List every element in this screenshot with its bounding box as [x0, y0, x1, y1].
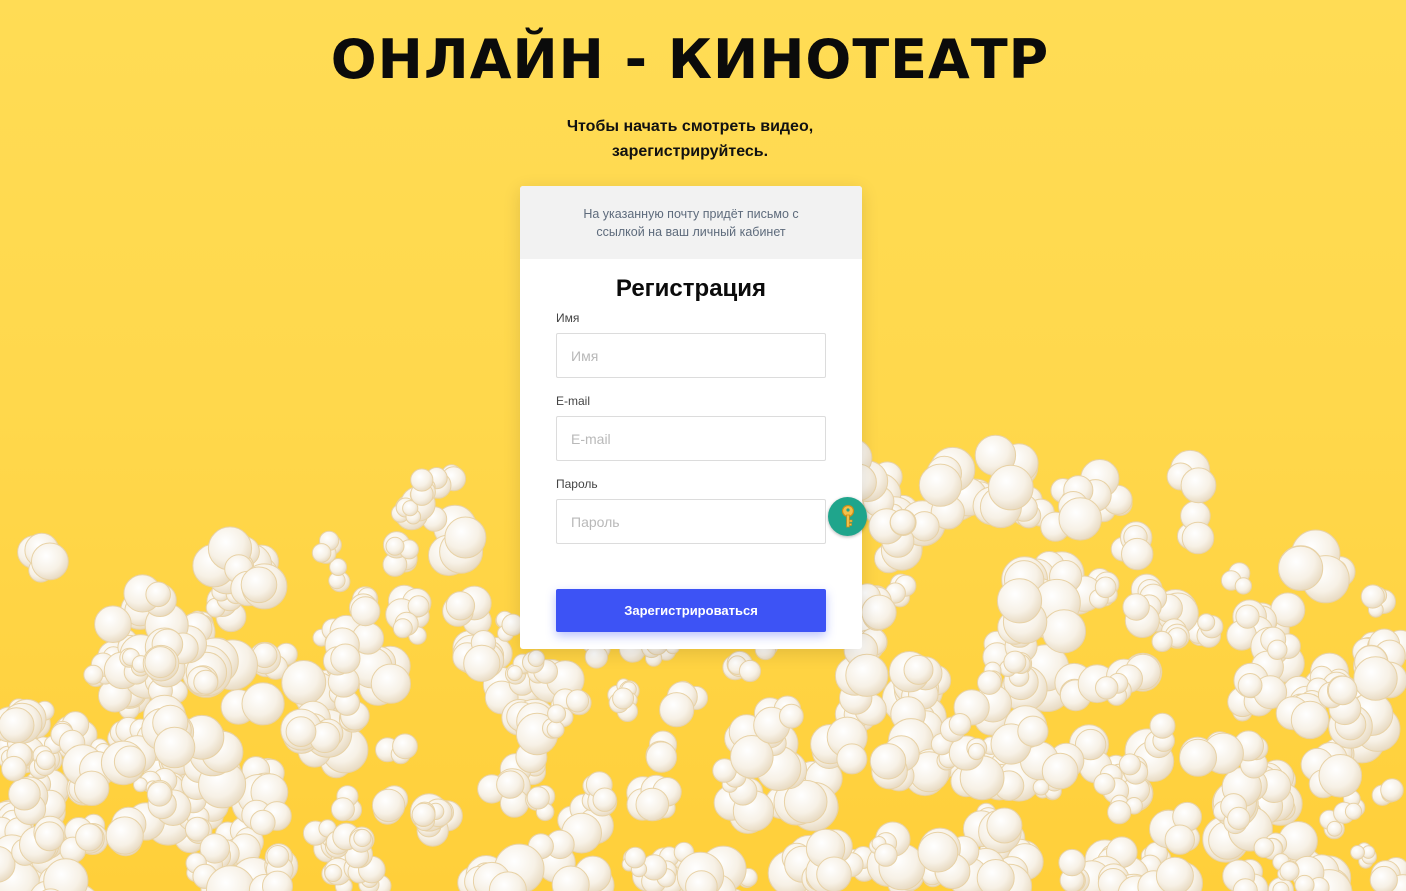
email-notice: На указанную почту придёт письмо с ссылк…	[520, 186, 862, 259]
popcorn-kernel	[1166, 449, 1217, 504]
popcorn-kernel	[348, 586, 381, 627]
popcorn-kernel	[1176, 500, 1215, 555]
popcorn-kernel	[1222, 859, 1269, 891]
popcorn-kernel	[1107, 794, 1143, 825]
popcorn-kernel	[1350, 842, 1377, 869]
page-subtitle: Чтобы начать смотреть видео, зарегистрир…	[566, 118, 814, 160]
email-label: E-mail	[556, 394, 591, 408]
password-wrap	[556, 499, 826, 544]
key-glyph	[841, 504, 854, 527]
page-title: ОНЛАЙН - КИНОТЕАТР	[330, 28, 1050, 91]
popcorn-kernel	[1277, 529, 1350, 604]
password-label: Пароль	[556, 477, 598, 491]
registration-form: Имя E-mail Пароль Зарегистрироваться	[520, 311, 862, 632]
popcorn-kernel	[328, 558, 351, 593]
email-notice-text: На указанную почту придёт письмо с ссылк…	[583, 206, 799, 239]
popcorn-kernel	[1179, 731, 1244, 777]
popcorn-kernel	[869, 735, 920, 792]
registration-card: На указанную почту придёт письмо с ссылк…	[520, 186, 862, 649]
register-button[interactable]: Зарегистрироваться	[556, 589, 826, 632]
popcorn-kernel	[371, 785, 409, 825]
popcorn-kernel	[868, 508, 917, 558]
popcorn-kernel	[1058, 848, 1090, 891]
email-input[interactable]	[556, 416, 826, 461]
popcorn-kernel	[1220, 562, 1253, 595]
popcorn-kernel	[472, 843, 545, 891]
password-input[interactable]	[556, 499, 826, 544]
popcorn-kernel	[621, 846, 648, 878]
popcorn-kernel	[17, 532, 69, 583]
popcorn-kernel	[442, 585, 492, 636]
popcorn-kernel	[645, 730, 678, 773]
popcorn-kernel	[581, 771, 618, 817]
key-icon[interactable]	[828, 497, 867, 536]
name-input[interactable]	[556, 333, 826, 378]
popcorn-kernel	[375, 733, 418, 765]
popcorn-kernel	[330, 785, 363, 822]
popcorn-kernel	[977, 661, 1003, 695]
email-field-group: E-mail	[556, 394, 826, 461]
popcorn-kernel	[351, 645, 411, 706]
popcorn-kernel	[1110, 521, 1154, 571]
popcorn-kernel	[805, 828, 853, 891]
registration-title: Регистрация	[615, 275, 767, 302]
popcorn-kernel	[186, 665, 219, 697]
popcorn-kernel	[1144, 712, 1176, 759]
popcorn-kernel	[382, 531, 419, 560]
popcorn-kernel	[409, 468, 436, 506]
popcorn-kernel	[1369, 857, 1406, 891]
popcorn-kernel	[525, 784, 556, 822]
popcorn-kernel	[477, 768, 531, 818]
popcorn-kernel	[659, 681, 698, 728]
name-label: Имя	[556, 311, 580, 325]
popcorn-kernel	[332, 822, 375, 853]
password-field-group: Пароль	[556, 477, 826, 544]
popcorn-kernel	[1371, 778, 1404, 806]
name-field-group: Имя	[556, 311, 826, 378]
popcorn-kernel	[1360, 584, 1396, 618]
popcorn-kernel	[810, 716, 868, 775]
popcorn-kernel	[722, 650, 762, 683]
